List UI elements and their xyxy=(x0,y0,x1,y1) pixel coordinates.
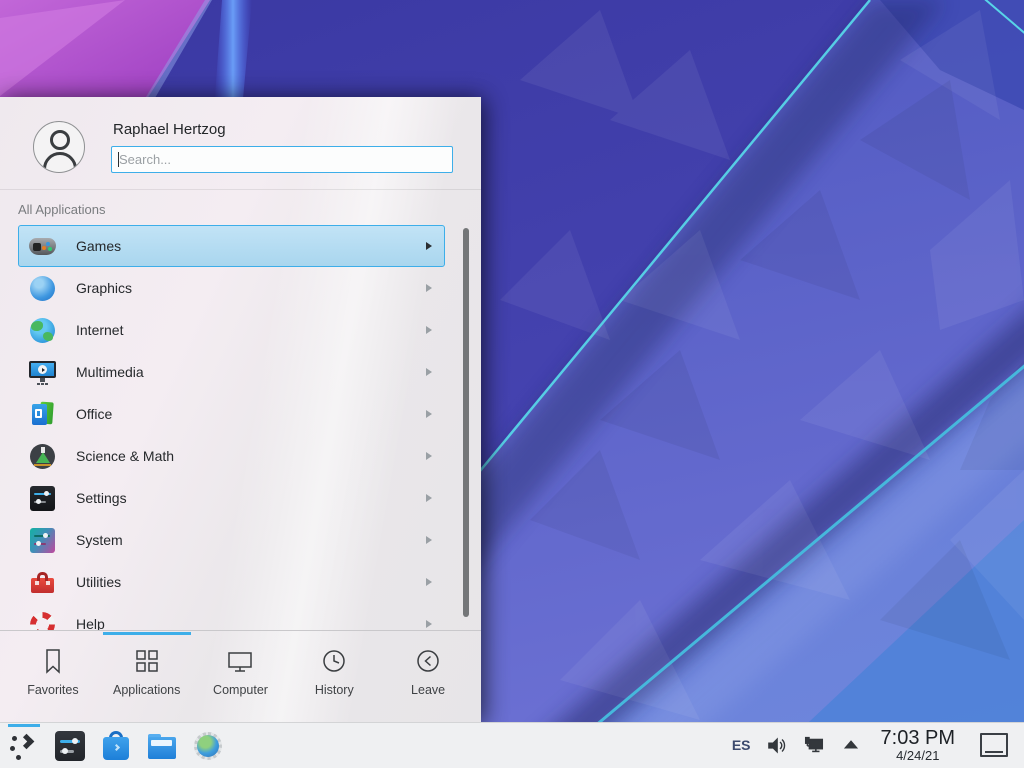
text-caret xyxy=(118,152,119,167)
keyboard-layout-indicator[interactable]: ES xyxy=(732,737,751,753)
taskbar-launcher[interactable] xyxy=(146,730,178,762)
user-name: Raphael Hertzog xyxy=(113,121,453,138)
submenu-arrow-icon xyxy=(426,578,432,586)
submenu-arrow-icon xyxy=(426,620,432,628)
submenu-arrow-icon xyxy=(426,452,432,460)
tab-label: History xyxy=(315,683,354,697)
app-category-icon xyxy=(29,569,56,596)
app-category-label: Utilities xyxy=(76,574,121,590)
show-desktop-button[interactable] xyxy=(980,733,1008,757)
submenu-arrow-icon xyxy=(426,494,432,502)
menu-body: All Applications Games Graphics xyxy=(0,190,481,630)
app-category-label: System xyxy=(76,532,123,548)
app-category-row[interactable]: Office xyxy=(18,393,445,435)
tab-history[interactable]: History xyxy=(287,631,381,722)
system-tray: ES 7:03 PM xyxy=(732,728,1008,763)
app-category-label: Settings xyxy=(76,490,127,506)
taskbar-launcher[interactable] xyxy=(100,730,132,762)
app-category-label: Internet xyxy=(76,322,123,338)
expand-tray-icon[interactable] xyxy=(840,734,862,756)
menu-footer: Favorites Applications Computer Hist xyxy=(0,630,481,722)
submenu-arrow-icon xyxy=(426,284,432,292)
search-input[interactable] xyxy=(111,146,453,173)
taskbar-launcher[interactable] xyxy=(192,730,224,762)
app-category-icon xyxy=(29,401,56,428)
tab-label: Favorites xyxy=(27,683,78,697)
volume-icon[interactable] xyxy=(766,734,788,756)
app-category-label: Multimedia xyxy=(76,364,144,380)
app-category-row[interactable]: Help xyxy=(18,603,445,630)
app-category-label: Games xyxy=(76,238,121,254)
app-category-label: Help xyxy=(76,616,105,630)
taskbar: ES 7:03 PM xyxy=(0,722,1024,768)
tab-favorites[interactable]: Favorites xyxy=(6,631,100,722)
app-category-row[interactable]: Graphics xyxy=(18,267,445,309)
app-category-icon xyxy=(29,611,56,631)
monitor-icon xyxy=(225,646,255,676)
clock-date: 4/24/21 xyxy=(881,749,955,763)
submenu-arrow-icon xyxy=(426,368,432,376)
app-category-icon xyxy=(29,317,56,344)
app-category-icon xyxy=(29,359,56,386)
submenu-arrow-icon xyxy=(426,242,432,250)
app-category-row[interactable]: Games xyxy=(18,225,445,267)
tab-label: Computer xyxy=(213,683,268,697)
app-category-icon xyxy=(29,233,56,260)
app-category-label: Office xyxy=(76,406,112,422)
network-icon[interactable] xyxy=(803,734,825,756)
submenu-arrow-icon xyxy=(426,326,432,334)
app-category-row[interactable]: System xyxy=(18,519,445,561)
app-category-icon xyxy=(29,443,56,470)
leave-icon xyxy=(413,646,443,676)
app-category-row[interactable]: Utilities xyxy=(18,561,445,603)
scrollbar-thumb[interactable] xyxy=(463,228,469,617)
user-avatar[interactable] xyxy=(33,121,85,173)
menu-header: Raphael Hertzog xyxy=(0,97,481,190)
app-category-icon xyxy=(29,527,56,554)
app-category-row[interactable]: Science & Math xyxy=(18,435,445,477)
section-label: All Applications xyxy=(18,202,481,217)
app-category-label: Science & Math xyxy=(76,448,174,464)
app-category-row[interactable]: Settings xyxy=(18,477,445,519)
taskbar-launcher[interactable] xyxy=(54,730,86,762)
app-category-row[interactable]: Internet xyxy=(18,309,445,351)
submenu-arrow-icon xyxy=(426,410,432,418)
scrollbar-track[interactable] xyxy=(463,228,469,617)
tab-label: Applications xyxy=(113,683,180,697)
app-category-row[interactable]: Multimedia xyxy=(18,351,445,393)
tab-leave[interactable]: Leave xyxy=(381,631,475,722)
tab-applications[interactable]: Applications xyxy=(100,631,194,722)
app-grid-icon xyxy=(132,646,162,676)
tab-computer[interactable]: Computer xyxy=(194,631,288,722)
app-category-label: Graphics xyxy=(76,280,132,296)
app-category-icon xyxy=(29,485,56,512)
submenu-arrow-icon xyxy=(426,536,432,544)
taskbar-launchers xyxy=(8,730,224,762)
app-category-icon xyxy=(29,275,56,302)
kickoff-menu: Raphael Hertzog All Applications Games xyxy=(0,97,481,722)
bookmark-icon xyxy=(38,646,68,676)
desktop: Raphael Hertzog All Applications Games xyxy=(0,0,1024,768)
taskbar-launcher[interactable] xyxy=(8,730,40,762)
clock-time: 7:03 PM xyxy=(881,728,955,749)
clock-icon xyxy=(319,646,349,676)
digital-clock[interactable]: 7:03 PM 4/24/21 xyxy=(881,728,955,763)
tab-label: Leave xyxy=(411,683,445,697)
app-category-list: Games Graphics Internet xyxy=(18,225,445,630)
